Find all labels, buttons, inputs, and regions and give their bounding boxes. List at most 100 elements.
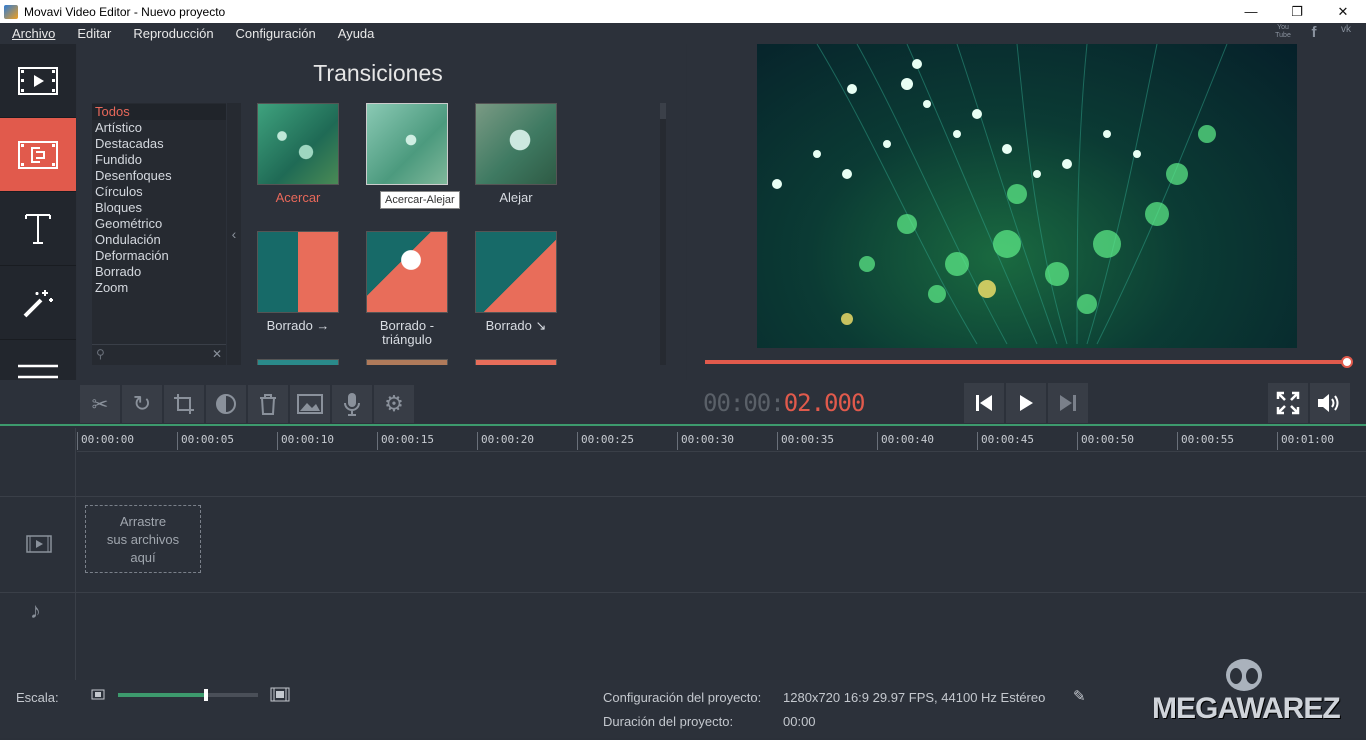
category-fundido[interactable]: Fundido [92, 152, 226, 168]
play-icon [1020, 395, 1033, 411]
category-search[interactable]: ⚲ ✕ [92, 344, 226, 365]
title-bar: Movavi Video Editor - Nuevo proyecto — ❐… [0, 0, 1366, 23]
tab-filters[interactable] [0, 266, 76, 340]
menu-ayuda[interactable]: Ayuda [326, 26, 385, 41]
volume-button[interactable] [1310, 383, 1350, 423]
zoom-fill [118, 693, 207, 697]
category-deformacion[interactable]: Deformación [92, 248, 226, 264]
category-desenfoques[interactable]: Desenfoques [92, 168, 226, 184]
image-button[interactable] [290, 385, 330, 423]
category-borrado[interactable]: Borrado [92, 264, 226, 280]
transition-thumbnail [366, 359, 448, 365]
scrollbar-thumb[interactable] [660, 103, 666, 119]
time-tick: 00:00:35 [777, 432, 834, 450]
music-track-icon: ♪ [30, 598, 41, 623]
crop-icon [174, 394, 194, 414]
project-config-label: Configuración del proyecto: [603, 690, 762, 705]
time-tick: 00:00:05 [177, 432, 234, 450]
menu-configuracion[interactable]: Configuración [224, 26, 326, 41]
record-audio-button[interactable] [332, 385, 372, 423]
transition-label: Alejar [499, 190, 533, 205]
tool-tabs [0, 44, 76, 419]
grid-scrollbar[interactable] [660, 103, 666, 365]
transition-tile[interactable] [475, 359, 557, 365]
category-destacadas[interactable]: Destacadas [92, 136, 226, 152]
project-config-value: 1280x720 16:9 29.97 FPS, 44100 Hz Estére… [783, 690, 1046, 705]
transition-thumbnail [366, 231, 448, 313]
zoom-in-icon[interactable] [270, 687, 290, 702]
facebook-icon[interactable]: f [1304, 24, 1324, 41]
transition-tile[interactable] [366, 359, 448, 365]
tab-import-media[interactable] [0, 44, 76, 118]
menu-archivo[interactable]: Archivo [0, 26, 65, 41]
tooltip: Acercar-Alejar [380, 191, 460, 209]
vk-icon[interactable]: vk [1336, 24, 1356, 41]
category-circulos[interactable]: Círculos [92, 184, 226, 200]
social-links: You Tube f vk [1274, 24, 1356, 41]
video-preview [757, 44, 1297, 348]
drop-files-zone[interactable]: Arrastre sus archivos aquí [85, 505, 201, 573]
rotate-icon: ↻ [132, 391, 152, 416]
transition-tile[interactable]: Borrado → [257, 231, 339, 333]
rotate-button[interactable]: ↻ [122, 385, 162, 423]
fiber-optic-image [772, 44, 1228, 345]
next-button[interactable] [1048, 383, 1088, 423]
time-ruler[interactable]: 00:00:00 00:00:05 00:00:10 00:00:15 00:0… [77, 428, 1366, 452]
category-bloques[interactable]: Bloques [92, 200, 226, 216]
transition-tile[interactable] [257, 359, 339, 365]
category-todos[interactable]: Todos [92, 104, 226, 120]
delete-button[interactable] [248, 385, 288, 423]
scissors-icon: ✂ [91, 393, 109, 416]
transition-tile[interactable]: Borrado ↘ [475, 231, 557, 333]
fullscreen-icon [1276, 391, 1300, 415]
timeline: ♪ 00:00:00 00:00:05 00:00:10 00:00:15 00… [0, 428, 1366, 680]
play-button[interactable] [1006, 383, 1046, 423]
fullscreen-button[interactable] [1268, 383, 1308, 423]
time-tick: 00:01:00 [1277, 432, 1334, 450]
category-ondulacion[interactable]: Ondulación [92, 232, 226, 248]
transition-tile[interactable]: Alejar [475, 103, 557, 205]
track-divider [0, 592, 1366, 593]
time-tick: 00:00:50 [1077, 432, 1134, 450]
youtube-icon[interactable]: You Tube [1274, 24, 1292, 41]
preview-panel [687, 44, 1366, 380]
cut-button[interactable]: ✂ [80, 385, 120, 423]
menu-editar[interactable]: Editar [65, 26, 121, 41]
menu-reproduccion[interactable]: Reproducción [121, 26, 223, 41]
tab-transitions[interactable] [0, 118, 76, 192]
edit-config-icon[interactable]: ✎ [1073, 687, 1086, 705]
transition-thumbnail [257, 103, 339, 185]
close-button[interactable]: ✕ [1320, 0, 1366, 23]
transition-thumbnail [257, 359, 339, 365]
category-geometrico[interactable]: Geométrico [92, 216, 226, 232]
search-icon: ⚲ [96, 347, 105, 361]
category-artistico[interactable]: Artístico [92, 120, 226, 136]
gear-icon: ⚙ [384, 391, 404, 416]
zoom-slider[interactable] [118, 689, 258, 701]
transition-tile[interactable]: Borrado - triángulo [366, 231, 448, 347]
transition-tile[interactable]: Acercar [257, 103, 339, 205]
playback-progress[interactable] [705, 360, 1347, 364]
collapse-categories-button[interactable]: ‹ [227, 103, 241, 365]
time-tick: 00:00:20 [477, 432, 534, 450]
clear-search-icon[interactable]: ✕ [212, 347, 222, 361]
settings-button[interactable]: ⚙ [374, 385, 414, 423]
maximize-button[interactable]: ❐ [1274, 0, 1320, 23]
zoom-out-icon[interactable] [91, 689, 105, 700]
playback-knob[interactable] [1341, 356, 1353, 368]
transition-tile[interactable]: Alejar [366, 103, 448, 205]
time-tick: 00:00:25 [577, 432, 634, 450]
category-zoom[interactable]: Zoom [92, 280, 226, 296]
tab-titles[interactable] [0, 192, 76, 266]
track-divider [0, 496, 1366, 497]
zoom-knob[interactable] [204, 689, 209, 701]
previous-button[interactable] [964, 383, 1004, 423]
time-tick: 00:00:40 [877, 432, 934, 450]
panel-title: Transiciones [313, 60, 443, 86]
minimize-button[interactable]: — [1228, 0, 1274, 23]
watermark-text: MEGAWAREZ [1152, 692, 1341, 725]
color-adjust-button[interactable] [206, 385, 246, 423]
transition-thumbnail [475, 103, 557, 185]
time-tick: 00:00:00 [77, 432, 134, 450]
crop-button[interactable] [164, 385, 204, 423]
